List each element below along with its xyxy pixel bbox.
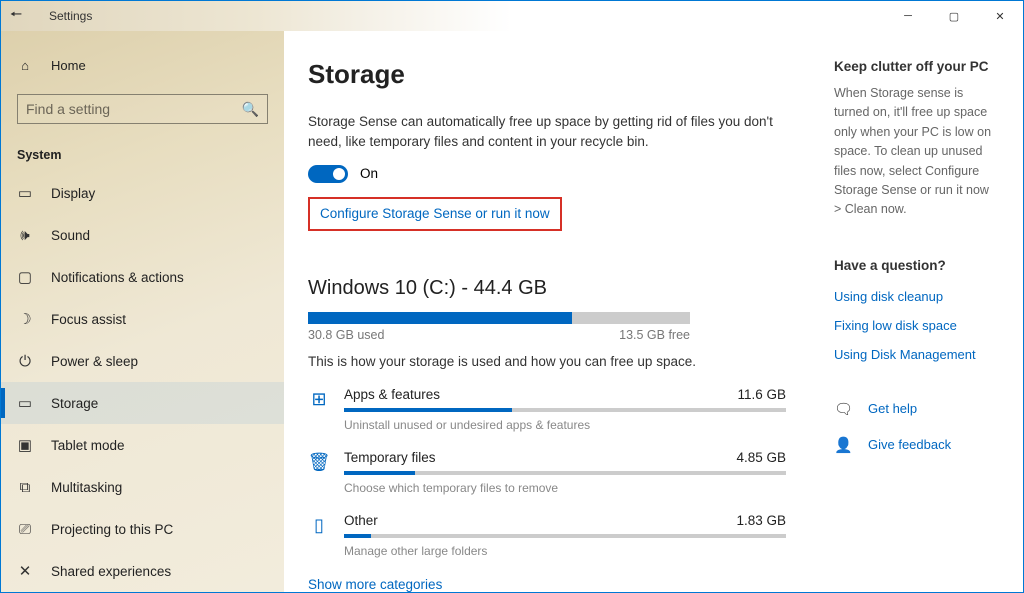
- question-heading: Have a question?: [834, 258, 999, 273]
- nav-label: Sound: [51, 228, 90, 243]
- storage-category-other[interactable]: ▯ Other 1.83 GB Manage other large folders: [308, 513, 786, 558]
- sidebar-item-sound[interactable]: 🕪 Sound: [1, 214, 284, 256]
- sidebar: ⌂ Home 🔍 System ▭ Display 🕪 Sound ▢ Notificat…: [1, 31, 284, 592]
- storage-category-apps-features[interactable]: ⊞ Apps & features 11.6 GB Uninstall unused …: [308, 387, 786, 432]
- nav-icon: ▢: [17, 268, 33, 286]
- search-box[interactable]: 🔍: [17, 94, 268, 124]
- category-bar: [344, 534, 786, 538]
- titlebar: 🠔 Settings ─ ▢ ✕: [1, 1, 1023, 31]
- main-panel: Storage Storage Sense can automatically …: [308, 59, 786, 592]
- category-name: Apps & features: [344, 387, 440, 402]
- nav-icon: ⎚: [17, 521, 33, 538]
- disk-used-label: 30.8 GB used: [308, 328, 384, 342]
- sidebar-item-multitasking[interactable]: ⧉ Multitasking: [1, 466, 284, 508]
- category-icon: ▯: [308, 513, 330, 558]
- clutter-heading: Keep clutter off your PC: [834, 59, 999, 74]
- nav-icon: 🕪: [17, 227, 33, 244]
- section-header: System: [1, 136, 284, 172]
- category-name: Temporary files: [344, 450, 436, 465]
- nav-icon: ✕: [17, 562, 33, 580]
- sidebar-item-power-sleep[interactable]: ⏻ Power & sleep: [1, 340, 284, 382]
- nav-label: Notifications & actions: [51, 270, 184, 285]
- category-sub: Choose which temporary files to remove: [344, 481, 786, 495]
- nav-label: Projecting to this PC: [51, 522, 173, 537]
- back-button[interactable]: 🠔: [1, 4, 31, 28]
- nav-icon: ☽: [17, 310, 33, 328]
- category-sub: Uninstall unused or undesired apps & fea…: [344, 418, 786, 432]
- nav-icon: ▭: [17, 184, 33, 202]
- sidebar-item-notifications-actions[interactable]: ▢ Notifications & actions: [1, 256, 284, 298]
- clutter-body: When Storage sense is turned on, it'll f…: [834, 84, 999, 220]
- storage-sense-toggle[interactable]: [308, 165, 348, 183]
- disk-usage-bar: [308, 312, 690, 324]
- storage-category-temporary-files[interactable]: 🗑 Temporary files 4.85 GB Choose which temp…: [308, 450, 786, 495]
- nav-label: Tablet mode: [51, 438, 125, 453]
- disk-note: This is how your storage is used and how…: [308, 354, 786, 369]
- storage-sense-desc: Storage Sense can automatically free up …: [308, 112, 786, 153]
- get-help-link[interactable]: Get help: [868, 401, 917, 416]
- side-panel: Keep clutter off your PC When Storage se…: [786, 59, 999, 592]
- help-link-fixing-low-disk-space[interactable]: Fixing low disk space: [834, 318, 999, 333]
- category-size: 4.85 GB: [736, 450, 786, 465]
- nav-icon: ▣: [17, 436, 33, 454]
- show-more-categories-link[interactable]: Show more categories: [308, 577, 442, 592]
- disk-free-label: 13.5 GB free: [619, 328, 690, 342]
- help-link-using-disk-cleanup[interactable]: Using disk cleanup: [834, 289, 999, 304]
- feedback-icon: 👤: [834, 436, 850, 454]
- category-icon: 🗑: [308, 450, 330, 495]
- sidebar-item-projecting-to-this-pc[interactable]: ⎚ Projecting to this PC: [1, 508, 284, 550]
- close-button[interactable]: ✕: [977, 1, 1023, 31]
- nav-label: Display: [51, 186, 95, 201]
- nav-label: Storage: [51, 396, 98, 411]
- home-label: Home: [51, 58, 86, 73]
- home-icon: ⌂: [17, 58, 33, 73]
- nav-icon: ▭: [17, 394, 33, 412]
- category-icon: ⊞: [308, 387, 330, 432]
- nav-icon: ⧉: [17, 479, 33, 496]
- disk-title: Windows 10 (C:) - 44.4 GB: [308, 277, 786, 300]
- category-bar: [344, 471, 786, 475]
- category-name: Other: [344, 513, 378, 528]
- sidebar-item-shared-experiences[interactable]: ✕ Shared experiences: [1, 550, 284, 592]
- nav-label: Multitasking: [51, 480, 122, 495]
- search-icon: 🔍: [242, 101, 259, 118]
- get-help-icon: 🗨: [834, 400, 850, 418]
- nav-icon: ⏻: [17, 353, 33, 370]
- search-input[interactable]: [26, 101, 242, 117]
- nav-label: Focus assist: [51, 312, 126, 327]
- give-feedback-link[interactable]: Give feedback: [868, 437, 951, 452]
- sidebar-item-display[interactable]: ▭ Display: [1, 172, 284, 214]
- nav-label: Shared experiences: [51, 564, 171, 579]
- sidebar-item-focus-assist[interactable]: ☽ Focus assist: [1, 298, 284, 340]
- category-size: 11.6 GB: [737, 387, 786, 402]
- configure-storage-sense-link[interactable]: Configure Storage Sense or run it now: [320, 206, 550, 221]
- maximize-button[interactable]: ▢: [931, 1, 977, 31]
- category-bar: [344, 408, 786, 412]
- sidebar-item-tablet-mode[interactable]: ▣ Tablet mode: [1, 424, 284, 466]
- configure-highlight: Configure Storage Sense or run it now: [308, 197, 562, 231]
- toggle-state-label: On: [360, 166, 378, 181]
- category-size: 1.83 GB: [736, 513, 786, 528]
- home-nav[interactable]: ⌂ Home: [1, 49, 284, 82]
- minimize-button[interactable]: ─: [885, 1, 931, 31]
- page-title: Storage: [308, 59, 786, 90]
- window-title: Settings: [49, 9, 92, 23]
- category-sub: Manage other large folders: [344, 544, 786, 558]
- help-link-using-disk-management[interactable]: Using Disk Management: [834, 347, 999, 362]
- nav-label: Power & sleep: [51, 354, 138, 369]
- sidebar-item-storage[interactable]: ▭ Storage: [1, 382, 284, 424]
